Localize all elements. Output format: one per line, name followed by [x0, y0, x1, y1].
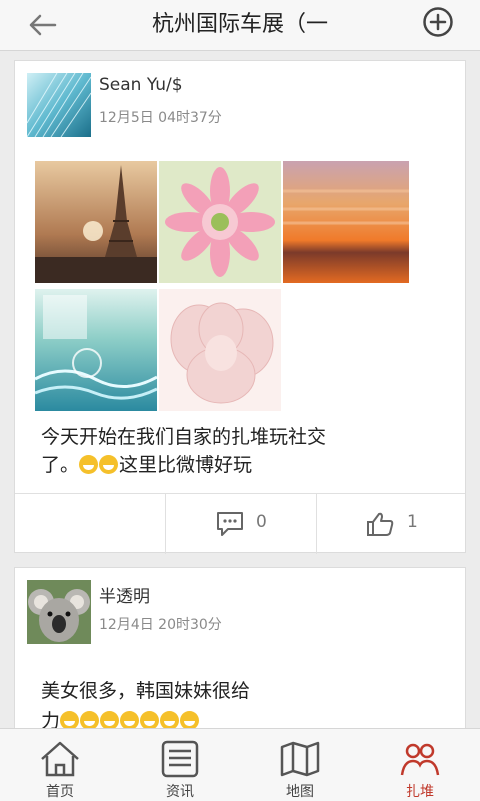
post-text-line: 今天开始在我们自家的扎堆玩社交 — [41, 426, 327, 448]
nav-item-map[interactable]: 地图 — [240, 729, 360, 801]
share-button[interactable] — [15, 494, 165, 554]
nav-label: 地图 — [286, 784, 314, 800]
grin-emoji-icon — [99, 455, 119, 474]
avatar[interactable] — [27, 73, 91, 137]
post-actions: 0 1 — [15, 493, 465, 554]
thumbs-up-icon — [367, 512, 394, 536]
post-timestamp: 12月4日 20时30分 — [99, 617, 222, 633]
post-text-fragment: 了。 — [41, 454, 80, 476]
post-text-line: 美女很多，韩国妹妹很给 — [41, 680, 251, 702]
photo-thumbnail[interactable] — [35, 161, 157, 283]
post-username[interactable]: 半透明 — [99, 582, 150, 607]
top-bar: 杭州国际车展（一 — [0, 0, 480, 51]
photo-grid — [34, 161, 409, 411]
home-icon — [41, 741, 79, 777]
post-text: 美女很多，韩国妹妹很给 力 — [41, 676, 301, 736]
news-list-icon — [161, 740, 199, 778]
photo-thumbnail[interactable] — [34, 289, 158, 411]
grin-emoji-icon — [79, 455, 99, 474]
map-icon — [280, 741, 320, 777]
avatar[interactable] — [27, 580, 91, 644]
nav-item-zhadui[interactable]: 扎堆 — [360, 729, 480, 801]
like-count: 1 — [407, 512, 418, 532]
post-username[interactable]: Sean Yu/$ — [99, 75, 183, 95]
arrow-left-icon — [29, 14, 57, 36]
bottom-nav: 首页 资讯 地图 扎堆 — [0, 728, 480, 801]
photo-thumbnail[interactable] — [159, 289, 281, 411]
nav-item-home[interactable]: 首页 — [0, 729, 120, 801]
post-text-fragment: 这里比微博好玩 — [119, 454, 253, 476]
back-button[interactable] — [22, 6, 62, 44]
nav-label: 扎堆 — [406, 784, 434, 800]
nav-label: 首页 — [46, 784, 74, 800]
comment-button[interactable]: 0 — [165, 494, 316, 554]
post-text-line: 了。 这里比微博好玩 — [41, 451, 441, 479]
nav-item-news[interactable]: 资讯 — [120, 729, 240, 801]
page-title: 杭州国际车展（一 — [151, 12, 328, 37]
post-card: 半透明 12月4日 20时30分 美女很多，韩国妹妹很给 力 — [14, 567, 466, 737]
post-timestamp: 12月5日 04时37分 — [99, 110, 222, 126]
people-icon — [400, 743, 440, 776]
comment-count: 0 — [256, 512, 267, 532]
comment-icon — [217, 512, 243, 536]
post-card: Sean Yu/$ 12月5日 04时37分 今天开始在我们自家的扎堆玩社交 了… — [14, 60, 466, 554]
nav-label: 资讯 — [166, 784, 194, 800]
like-button[interactable]: 1 — [316, 494, 466, 554]
add-button[interactable] — [418, 2, 458, 42]
plus-circle-icon — [423, 7, 453, 37]
post-text: 今天开始在我们自家的扎堆玩社交 了。 这里比微博好玩 — [41, 423, 441, 479]
photo-thumbnail[interactable] — [159, 161, 281, 283]
photo-thumbnail[interactable] — [283, 161, 409, 283]
